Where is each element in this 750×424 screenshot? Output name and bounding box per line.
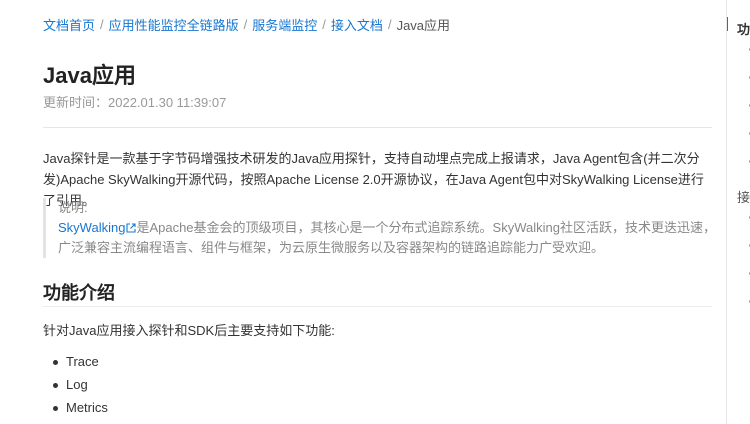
list-item: Metrics bbox=[43, 396, 108, 419]
skywalking-link[interactable]: SkyWalking bbox=[58, 220, 136, 235]
feature-label: Log bbox=[66, 377, 88, 392]
toc-item[interactable]: 接 bbox=[737, 187, 750, 206]
external-link-icon bbox=[126, 223, 136, 233]
breadcrumb-apm[interactable]: 应用性能监控全链路版 bbox=[109, 15, 239, 34]
feature-label: Trace bbox=[66, 354, 99, 369]
breadcrumb-access-docs[interactable]: 接入文档 bbox=[331, 15, 383, 34]
breadcrumb-separator: / bbox=[322, 17, 326, 32]
breadcrumb-current: Java应用 bbox=[396, 18, 451, 33]
note-text: 是Apache基金会的顶级项目，其核心是一个分布式追踪系统。SkyWalking… bbox=[58, 220, 716, 255]
section-title: 功能介绍 bbox=[43, 283, 115, 303]
breadcrumb-separator: / bbox=[100, 17, 104, 32]
page-title: Java应用 bbox=[43, 63, 136, 88]
header-divider bbox=[43, 127, 712, 128]
breadcrumb: 文档首页 / 应用性能监控全链路版 / 服务端监控 / 接入文档 / Java应… bbox=[43, 15, 450, 34]
section-divider bbox=[43, 306, 712, 307]
breadcrumb-separator: / bbox=[387, 17, 392, 32]
skywalking-link-text[interactable]: SkyWalking bbox=[58, 220, 125, 235]
toc-active-indicator bbox=[727, 17, 728, 31]
bullet-icon bbox=[53, 406, 58, 411]
note-label: 说明: bbox=[58, 200, 88, 215]
breadcrumb-server-monitoring[interactable]: 服务端监控 bbox=[252, 15, 317, 34]
section-description: 针对Java应用接入探针和SDK后主要支持如下功能: bbox=[43, 323, 335, 338]
feature-label: Metrics bbox=[66, 400, 108, 415]
list-item: Log bbox=[43, 373, 108, 396]
breadcrumb-separator: / bbox=[243, 17, 248, 32]
note-block: 说明: SkyWalking 是Apache基金会的顶级项目，其核心是一个分布式追… bbox=[43, 198, 718, 258]
breadcrumb-docs-home[interactable]: 文档首页 bbox=[43, 15, 95, 34]
bullet-icon bbox=[53, 360, 58, 365]
feature-list: Trace Log Metrics bbox=[43, 350, 108, 419]
updated-time: 更新时间：2022.01.30 11:39:07 bbox=[43, 95, 227, 110]
toc-item-active[interactable]: 功 bbox=[737, 19, 750, 38]
table-of-contents: 功 接 bbox=[726, 0, 750, 424]
bullet-icon bbox=[53, 383, 58, 388]
list-item: Trace bbox=[43, 350, 108, 373]
